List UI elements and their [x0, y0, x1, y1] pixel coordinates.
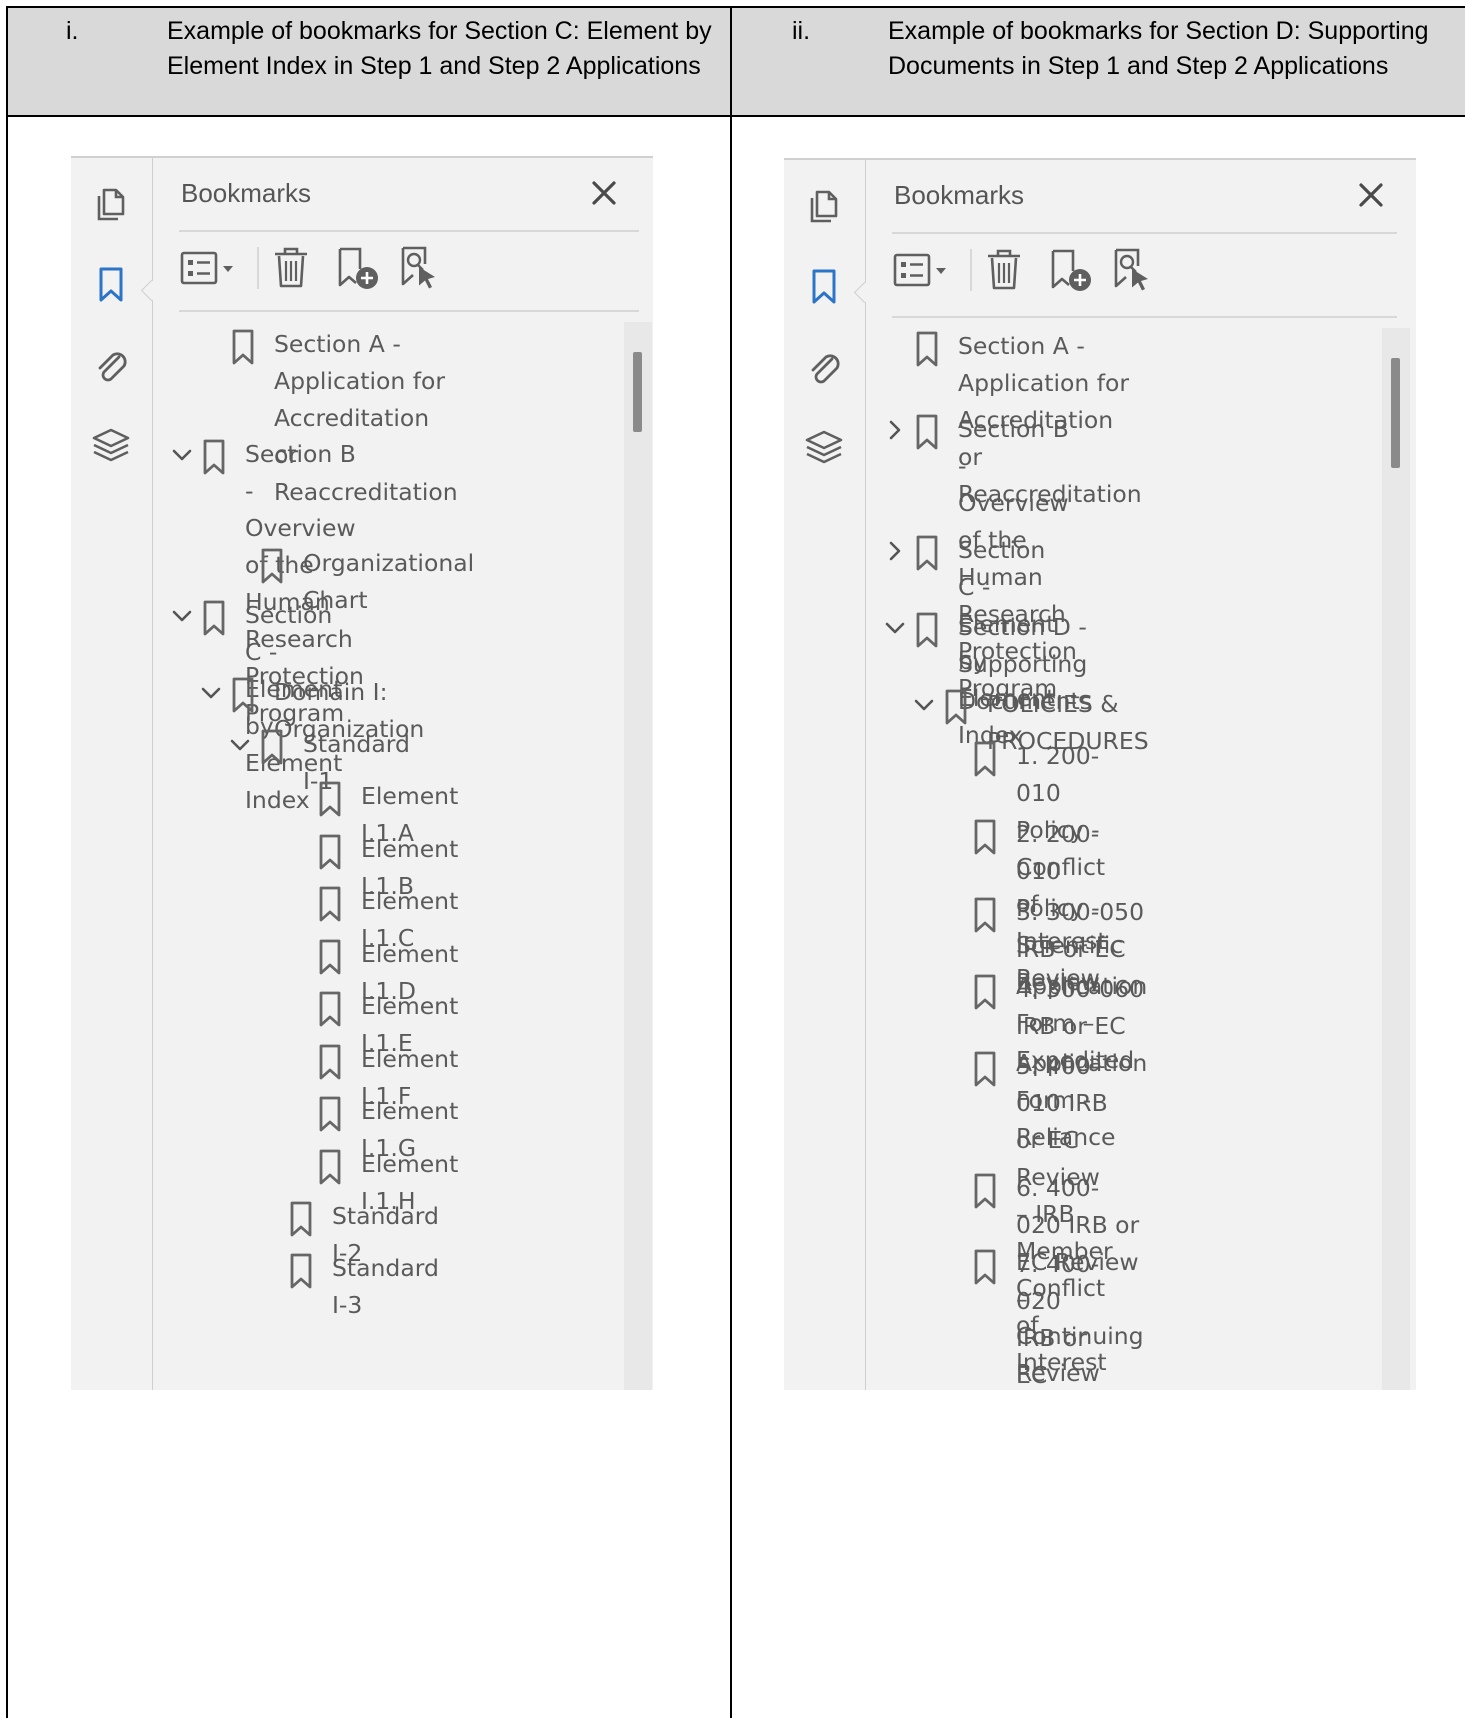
bookmark-icon — [317, 885, 343, 923]
column-divider — [730, 8, 732, 1718]
bookmark-icon — [972, 1248, 998, 1286]
bookmark-icon — [288, 1252, 314, 1290]
bookmark-icon — [201, 438, 227, 476]
bookmark-icon — [317, 1043, 343, 1081]
layers-icon[interactable] — [89, 423, 133, 467]
bookmark-icon — [288, 1200, 314, 1238]
bookmark-icon — [259, 728, 285, 766]
scrollbar[interactable] — [624, 322, 652, 1390]
bookmarks-panel: Bookmarks Section A - Application for Acc… — [784, 158, 1416, 1390]
new-bookmark-icon[interactable] — [334, 243, 380, 293]
panel-title: Bookmarks — [894, 180, 1025, 210]
caption-number: ii. — [792, 17, 811, 45]
bookmark-icon — [317, 990, 343, 1028]
chevron-down-icon[interactable] — [882, 615, 908, 641]
chevron-down-icon[interactable] — [169, 603, 195, 629]
panel-title: Bookmarks — [181, 178, 312, 208]
chevron-down-icon[interactable] — [169, 442, 195, 468]
find-current-bookmark-icon[interactable] — [397, 243, 443, 293]
bookmark-label: 7. 400-020 IRB or EC Review – Initial — [1016, 1250, 1100, 1389]
bookmark-icon — [317, 1095, 343, 1133]
bookmark-icon — [317, 833, 343, 871]
bookmark-icon — [972, 1172, 998, 1210]
options-menu-icon[interactable] — [892, 245, 954, 295]
bookmark-icon — [972, 818, 998, 856]
bookmark-icon — [230, 328, 256, 366]
chevron-right-icon[interactable] — [882, 538, 908, 564]
caption-text: Example of bookmarks for Section D: Supp… — [888, 17, 1429, 80]
bookmark-icon — [259, 547, 285, 585]
scrollbar[interactable] — [1382, 328, 1410, 1390]
bookmark-label: Standard I-3 — [332, 1254, 439, 1319]
options-menu-icon[interactable] — [179, 243, 241, 293]
bookmark-icon — [914, 413, 940, 451]
chevron-down-icon[interactable] — [911, 692, 937, 718]
toolbar-separator — [970, 249, 972, 291]
scrollbar-thumb[interactable] — [633, 352, 642, 432]
caption-number: i. — [66, 17, 79, 45]
attachment-icon[interactable] — [89, 344, 133, 388]
bookmark-icon — [914, 534, 940, 572]
layers-icon[interactable] — [802, 425, 846, 469]
bookmark-icon — [972, 896, 998, 934]
scrollbar-thumb[interactable] — [1391, 358, 1400, 468]
bookmark-icon — [201, 599, 227, 637]
bookmark-icon — [230, 676, 256, 714]
new-bookmark-icon[interactable] — [1047, 245, 1093, 295]
attachment-icon[interactable] — [802, 346, 846, 390]
pages-icon[interactable] — [89, 181, 133, 225]
caption-text: Example of bookmarks for Section C: Elem… — [167, 17, 712, 80]
bookmark-icon — [972, 973, 998, 1011]
chevron-down-icon[interactable] — [198, 680, 224, 706]
navigation-rail — [784, 160, 866, 1390]
delete-bookmark-icon[interactable] — [271, 243, 311, 293]
pages-icon[interactable] — [802, 183, 846, 227]
close-icon[interactable] — [1354, 178, 1388, 212]
bookmark-panel-icon[interactable] — [89, 262, 133, 306]
close-icon[interactable] — [587, 176, 621, 210]
chevron-right-icon[interactable] — [882, 417, 908, 443]
bookmark-icon — [972, 1050, 998, 1088]
bookmark-icon — [914, 330, 940, 368]
chevron-down-icon[interactable] — [227, 732, 253, 758]
divider — [179, 310, 639, 312]
bookmark-icon — [317, 1148, 343, 1186]
bookmark-icon — [317, 938, 343, 976]
bookmark-panel-icon[interactable] — [802, 264, 846, 308]
delete-bookmark-icon[interactable] — [984, 245, 1024, 295]
divider — [179, 230, 639, 232]
table-header-row: i. Example of bookmarks for Section C: E… — [8, 8, 1465, 117]
bookmarks-panel: Bookmarks Section A - Application for Acc… — [71, 156, 653, 1390]
navigation-rail — [71, 158, 153, 1390]
divider — [892, 232, 1397, 234]
bookmark-icon — [914, 611, 940, 649]
bookmark-icon — [943, 688, 969, 726]
find-current-bookmark-icon[interactable] — [1110, 245, 1156, 295]
bookmark-icon — [972, 740, 998, 778]
toolbar-separator — [257, 247, 259, 289]
divider — [892, 316, 1397, 318]
bookmark-icon — [317, 780, 343, 818]
